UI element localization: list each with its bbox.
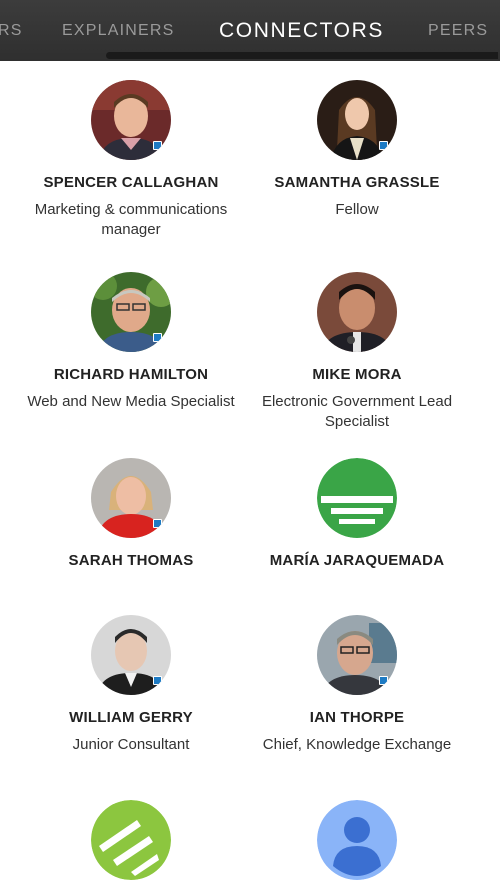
person-role: Chief, Knowledge Exchange	[262, 736, 452, 753]
avatar	[91, 615, 171, 695]
avatar	[91, 80, 171, 160]
person-card[interactable]: SPENCER CALLAGHAN Marketing & communicat…	[18, 80, 244, 240]
tab-explainers[interactable]: EXPLAINERS	[62, 20, 174, 42]
person-name: MARÍA JARAQUEMADA	[269, 552, 445, 569]
tab-partial-left[interactable]: RS	[0, 20, 23, 42]
person-card[interactable]: IAN THORPE Chief, Knowledge Exchange	[244, 615, 470, 755]
person-name: WILLIAM GERRY	[69, 709, 193, 726]
person-card[interactable]	[18, 800, 244, 894]
linkedin-badge-icon	[153, 519, 162, 528]
avatar	[317, 458, 397, 538]
person-role: Fellow	[335, 201, 379, 218]
default-user-icon	[317, 800, 397, 880]
person-name: RICHARD HAMILTON	[53, 366, 209, 383]
person-card[interactable]	[244, 800, 470, 894]
person-name: SPENCER CALLAGHAN	[43, 174, 219, 191]
person-role: Web and New Media Specialist	[27, 393, 235, 410]
person-role: Junior Consultant	[72, 736, 190, 753]
person-card[interactable]: MARÍA JARAQUEMADA	[244, 458, 470, 578]
person-card[interactable]: RICHARD HAMILTON Web and New Media Speci…	[18, 272, 244, 412]
active-tab-indicator	[106, 52, 498, 59]
tab-peers[interactable]: PEERS	[428, 20, 488, 42]
avatar	[317, 615, 397, 695]
person-name: SAMANTHA GRASSLE	[274, 174, 440, 191]
person-role: Electronic Government Lead Specialist	[261, 393, 453, 430]
person-role: Marketing & communications manager	[34, 201, 228, 238]
person-card[interactable]: WILLIAM GERRY Junior Consultant	[18, 615, 244, 755]
linkedin-badge-icon	[153, 141, 162, 150]
avatar	[317, 80, 397, 160]
avatar	[317, 272, 397, 352]
linkedin-badge-icon	[153, 676, 162, 685]
linkedin-badge-icon	[379, 676, 388, 685]
person-name: IAN THORPE	[309, 709, 405, 726]
avatar	[91, 272, 171, 352]
tab-bar: RS EXPLAINERS CONNECTORS PEERS	[0, 0, 500, 61]
person-name: MIKE MORA	[312, 366, 402, 383]
person-name: SARAH THOMAS	[68, 552, 194, 569]
linkedin-badge-icon	[379, 141, 388, 150]
person-card[interactable]: MIKE MORA Electronic Government Lead Spe…	[244, 272, 470, 432]
avatar	[91, 800, 171, 880]
avatar	[91, 458, 171, 538]
person-card[interactable]: SARAH THOMAS	[18, 458, 244, 578]
person-card[interactable]: SAMANTHA GRASSLE Fellow	[244, 80, 470, 220]
linkedin-badge-icon	[153, 333, 162, 342]
tab-connectors[interactable]: CONNECTORS	[219, 17, 384, 45]
